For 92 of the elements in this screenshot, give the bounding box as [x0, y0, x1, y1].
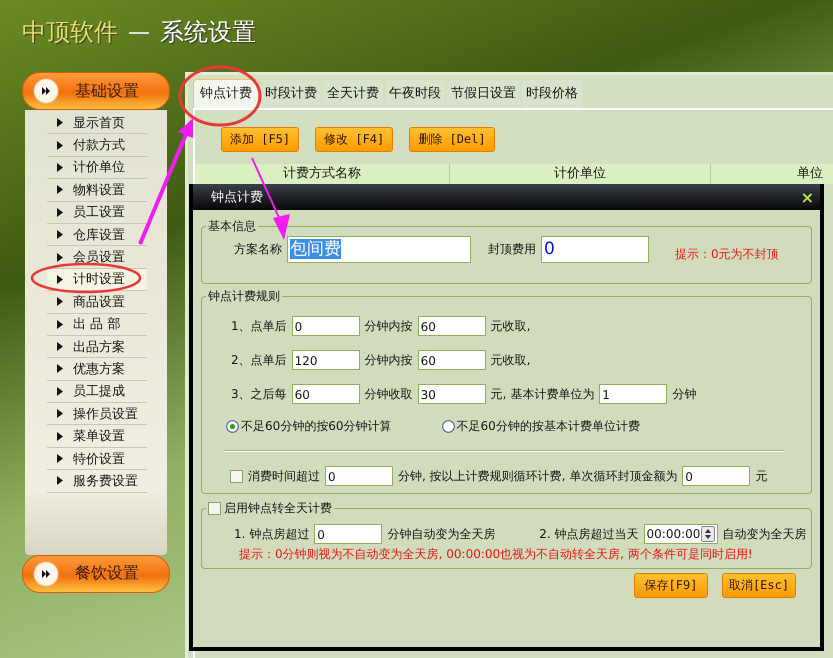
field-label: 元收取, — [490, 352, 530, 368]
tab[interactable]: 时段价格 — [522, 80, 582, 108]
app-logo-text: 中顶软件 — [22, 17, 118, 48]
triangle-icon — [57, 364, 63, 374]
triangle-icon — [57, 118, 63, 128]
dialog-button[interactable]: 取消[Esc] — [722, 573, 796, 598]
sidebar-item[interactable]: 员工设置 — [47, 202, 147, 224]
dialog-title: 钟点计费 — [211, 189, 263, 206]
checkbox[interactable] — [208, 502, 221, 514]
tab[interactable]: 午夜时段 — [385, 80, 445, 108]
group-title: 基本信息 — [206, 218, 258, 234]
input-field[interactable]: 0 — [682, 466, 750, 486]
input-field[interactable]: 120 — [292, 350, 360, 370]
hint-text: 提示：0元为不封顶 — [675, 246, 779, 263]
sidebar-item[interactable]: 付款方式 — [47, 134, 147, 157]
field-label: 自动变为全天房 — [722, 526, 807, 542]
triangle-icon — [57, 454, 63, 464]
sidebar-item[interactable]: 特价设置 — [47, 448, 147, 470]
field-label: 元收取, — [490, 318, 530, 334]
tab[interactable]: 时段计费 — [261, 80, 321, 108]
sidebar-item[interactable]: 出 品 部 — [47, 314, 147, 336]
field-label: 封顶费用 — [488, 241, 536, 258]
field-label: 2. 钟点房超过当天 — [539, 526, 639, 542]
checkbox[interactable] — [230, 470, 243, 482]
sidebar-item[interactable]: 优惠方案 — [47, 358, 147, 381]
triangle-icon — [57, 162, 63, 172]
sidebar-item[interactable]: 菜单设置 — [47, 425, 147, 448]
triangle-icon — [57, 274, 63, 284]
field-label: 元 — [755, 468, 768, 484]
hint-text: 提示：0分钟则视为不自动变为全天房, 00:00:00也视为不自动转全天房, 两个条件可是同时启用! — [239, 546, 754, 563]
input-field[interactable]: 60 — [418, 316, 486, 336]
field-label: 分钟 — [672, 386, 696, 402]
dialog-button[interactable]: 保存[F9] — [634, 573, 708, 598]
sidebar-item[interactable]: 出品方案 — [47, 336, 147, 358]
group-title: 启用钟点转全天计费 — [224, 500, 332, 516]
input-field[interactable]: 1 — [599, 384, 668, 404]
sidebar-item[interactable]: 计价单位 — [47, 156, 147, 180]
sidebar-item[interactable]: 员工提成 — [47, 380, 147, 404]
input-field[interactable]: 60 — [418, 350, 486, 370]
title-separator: — — [128, 20, 150, 44]
input-field[interactable]: 30 — [418, 384, 486, 404]
triangle-icon — [57, 386, 63, 396]
input-field[interactable]: 0 — [314, 524, 382, 544]
input-field[interactable]: 0 — [541, 236, 649, 263]
sidebar-item[interactable]: 仓库设置 — [47, 224, 147, 246]
sidebar-item[interactable]: 操作员设置 — [47, 403, 147, 426]
triangle-icon — [57, 185, 63, 194]
triangle-icon — [57, 320, 63, 329]
spinner-icon — [700, 526, 715, 542]
field-label: 分钟自动变为全天房 — [387, 526, 496, 542]
field-label: 消费时间超过 — [248, 468, 320, 484]
field-label: 分钟内按 — [364, 318, 413, 334]
group-title: 钟点计费规则 — [206, 288, 282, 304]
toolbar-button[interactable]: 添加 [F5] — [221, 127, 300, 152]
toolbar-button[interactable]: 修改 [F4] — [315, 127, 394, 152]
tab[interactable]: 全天计费 — [323, 80, 383, 108]
toolbar-button[interactable]: 删除 [Del] — [409, 127, 495, 152]
field-label: 分钟内按 — [364, 352, 413, 368]
field-label: 2、点单后 — [231, 352, 287, 368]
tab[interactable]: 节假日设置 — [447, 80, 520, 108]
radio-option[interactable]: 不足60分钟的按基本计费单位计费 — [442, 418, 640, 435]
close-button[interactable]: × — [800, 188, 814, 206]
field-label: 1. 钟点房超过 — [234, 526, 310, 542]
input-field[interactable]: 0 — [292, 316, 360, 336]
field-label: 分钟收取 — [364, 386, 413, 402]
sidebar-item[interactable]: 服务费设置 — [47, 470, 147, 493]
triangle-icon — [57, 140, 63, 150]
field-label: 方案名称 — [234, 241, 282, 258]
sidebar-item[interactable]: 商品设置 — [47, 291, 147, 314]
tab[interactable]: 钟点计费 — [193, 79, 259, 108]
field-label: 元, 基本计费单位为 — [490, 386, 594, 402]
sidebar-group-button[interactable]: 餐饮设置 — [22, 554, 170, 593]
triangle-icon — [57, 432, 63, 441]
sidebar-item[interactable]: 显示首页 — [47, 112, 147, 134]
column-header: 单位 — [796, 165, 824, 183]
triangle-icon — [57, 409, 63, 418]
time-field[interactable]: 00:00:00 — [644, 524, 718, 544]
triangle-icon — [57, 342, 63, 352]
input-field[interactable]: 0 — [325, 466, 393, 486]
triangle-icon — [57, 252, 63, 262]
input-field[interactable]: 60 — [292, 384, 360, 404]
field-label: 3、之后每 — [231, 386, 287, 402]
field-label: 分钟, 按以上计费规则循环计费, 单次循环封顶金额为 — [398, 468, 678, 484]
triangle-icon — [57, 297, 63, 306]
radio-option[interactable]: 不足60分钟的按60分钟计算 — [226, 418, 392, 435]
field-label: 1、点单后 — [231, 318, 287, 334]
sidebar-group-button[interactable]: 基础设置 — [22, 72, 170, 110]
triangle-icon — [57, 208, 63, 217]
triangle-icon — [57, 230, 63, 240]
page-title: 系统设置 — [160, 17, 256, 48]
triangle-icon — [57, 476, 63, 486]
sidebar-item[interactable]: 物料设置 — [47, 179, 147, 202]
